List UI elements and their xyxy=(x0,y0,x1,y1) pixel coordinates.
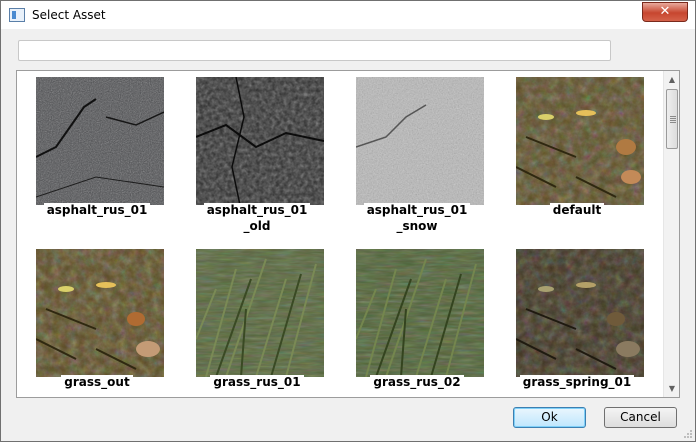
asset-label: asphalt_rus_01 xyxy=(17,202,177,218)
window-title: Select Asset xyxy=(32,8,106,22)
scroll-thumb[interactable] xyxy=(666,89,678,149)
asphalt-thumbnail xyxy=(36,77,164,205)
ok-button[interactable]: Ok xyxy=(513,407,586,428)
select-asset-dialog: Select Asset ✕ asphalt_rus_01 asphalt_ru… xyxy=(0,0,696,442)
asset-tile-grass-spring-01[interactable]: grass_spring_01 xyxy=(497,243,657,397)
grass-rus-02-thumbnail xyxy=(356,249,484,377)
asset-label: asphalt_rus_01 _snow xyxy=(337,202,497,234)
resize-grip-icon[interactable] xyxy=(683,429,693,439)
asset-tile-asphalt-rus-01-old[interactable]: asphalt_rus_01 _old xyxy=(177,71,337,234)
grip-line xyxy=(670,122,676,123)
asset-tile-grass-rus-01[interactable]: grass_rus_01 xyxy=(177,243,337,397)
asset-tile-asphalt-rus-01-snow[interactable]: asphalt_rus_01 _snow xyxy=(337,71,497,234)
asset-tile-default[interactable]: default xyxy=(497,71,657,231)
vertical-scrollbar[interactable]: ▲ ▼ xyxy=(663,71,679,397)
asset-label: grass_rus_01 xyxy=(177,374,337,390)
scroll-up-icon[interactable]: ▲ xyxy=(664,71,679,88)
asset-tile-asphalt-rus-01[interactable]: asphalt_rus_01 xyxy=(17,71,177,231)
title-bar[interactable]: Select Asset ✕ xyxy=(1,1,695,29)
scroll-down-icon[interactable]: ▼ xyxy=(664,380,679,397)
asphalt-old-thumbnail xyxy=(196,77,324,205)
asset-list: asphalt_rus_01 asphalt_rus_01 _old aspha… xyxy=(16,70,680,398)
asset-grid: asphalt_rus_01 asphalt_rus_01 _old aspha… xyxy=(17,71,662,397)
asset-label: grass_out xyxy=(17,374,177,390)
asset-label: grass_spring_01 xyxy=(497,374,657,390)
grass-spring-01-thumbnail xyxy=(516,249,644,377)
search-input[interactable] xyxy=(18,40,611,61)
grass-rus-01-thumbnail xyxy=(196,249,324,377)
default-thumbnail xyxy=(516,77,644,205)
cancel-button[interactable]: Cancel xyxy=(604,407,677,428)
asset-label: default xyxy=(497,202,657,218)
asset-label: asphalt_rus_01 _old xyxy=(177,202,337,234)
asset-tile-grass-out[interactable]: grass_out xyxy=(17,243,177,397)
asset-tile-grass-rus-02[interactable]: grass_rus_02 xyxy=(337,243,497,397)
window-icon xyxy=(9,8,25,22)
grip-line xyxy=(670,116,676,117)
close-button[interactable]: ✕ xyxy=(642,2,688,22)
asset-label: grass_rus_02 xyxy=(337,374,497,390)
grip-line xyxy=(670,118,676,119)
grip-line xyxy=(670,120,676,121)
grass-out-thumbnail xyxy=(36,249,164,377)
asphalt-snow-thumbnail xyxy=(356,77,484,205)
